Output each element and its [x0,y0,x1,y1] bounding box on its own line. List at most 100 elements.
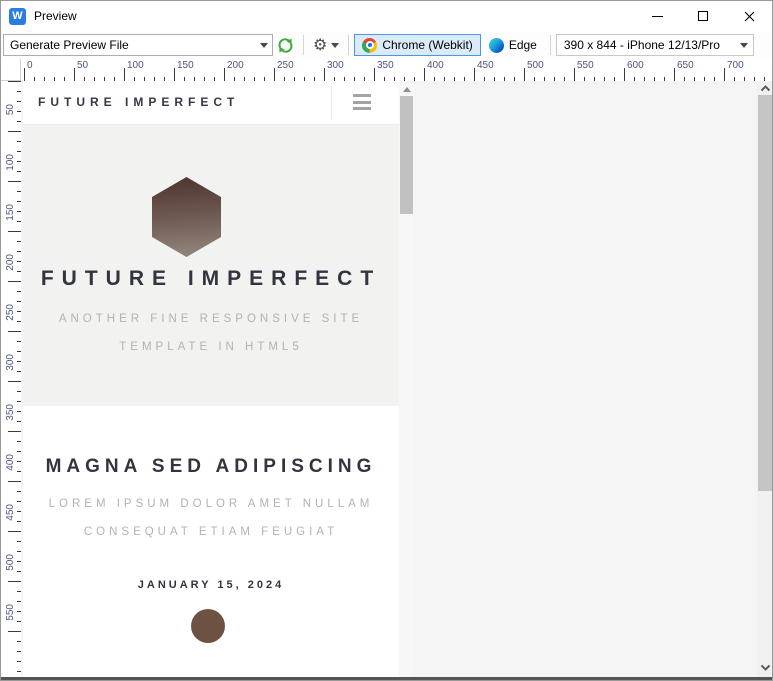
minimize-button[interactable] [634,1,680,31]
edge-label: Edge [509,38,537,52]
site-header: FUTURE IMPERFECT [23,81,399,125]
ruler-label: 50 [77,60,88,71]
mobile-scrollbar[interactable] [399,81,414,677]
ruler-tick [474,68,475,81]
chevron-down-icon[interactable] [255,35,272,55]
ruler-label: 600 [627,60,644,71]
ruler-tick [8,331,21,332]
ruler-label: 500 [527,60,544,71]
generate-preview-combobox[interactable]: Generate Preview File [3,34,273,56]
ruler-tick [8,531,21,532]
header-divider [331,86,332,120]
ruler-tick [674,68,675,81]
mobile-viewport: FUTURE IMPERFECT FUTURE IMPERFECT ANOTHE… [23,81,399,677]
ruler-label: 200 [227,60,244,71]
ruler-tick [8,81,21,82]
hero-section: FUTURE IMPERFECT ANOTHER FINE RESPONSIVE… [23,125,399,406]
window-scrollbar[interactable] [757,81,773,677]
ruler-tick [8,131,21,132]
post-date: JANUARY 15, 2024 [23,579,399,591]
post-subtitle-line1: LOREM IPSUM DOLOR AMET NULLAM [23,498,399,510]
window-title: Preview [34,9,77,23]
ruler-label: 150 [177,60,194,71]
scroll-up-arrow-icon[interactable] [403,87,411,92]
ruler-tick [8,281,21,282]
device-size-label: 390 x 844 - iPhone 12/13/Pro [564,38,720,52]
settings-button[interactable]: ⚙ [309,33,343,57]
horizontal-ruler: 0501001502002503003504004505005506006507… [21,59,773,81]
ruler-tick [8,431,21,432]
maximize-button[interactable] [680,1,726,31]
refresh-button[interactable] [273,33,298,57]
title-bar: W Preview [1,1,772,31]
generate-preview-label: Generate Preview File [10,38,129,52]
post-subtitle-line2: CONSEQUAT ETIAM FEUGIAT [23,526,399,538]
preview-canvas: FUTURE IMPERFECT FUTURE IMPERFECT ANOTHE… [21,81,773,677]
ruler-label: 100 [5,154,16,171]
app-icon: W [9,8,26,25]
ruler-tick [324,68,325,81]
ruler-tick [124,68,125,81]
hero-subtitle-line1: ANOTHER FINE RESPONSIVE SITE [23,313,399,325]
maximize-icon [698,11,708,21]
ruler-label: 350 [5,404,16,421]
ruler-label: 700 [727,60,744,71]
window-scrollbar-thumb[interactable] [758,95,773,491]
chrome-icon [362,38,377,53]
ruler-label: 400 [5,454,16,471]
ruler-tick [624,68,625,81]
toolbar-separator [348,35,349,55]
ruler-tick [174,68,175,81]
hamburger-menu-icon[interactable] [353,94,371,110]
scroll-up-chevron-icon[interactable] [760,83,771,94]
ruler-label: 300 [5,354,16,371]
ruler-tick [8,581,21,582]
ruler-label: 350 [377,60,394,71]
ruler-tick [524,68,525,81]
chrome-webkit-button[interactable]: Chrome (Webkit) [354,34,480,56]
ruler-tick [374,68,375,81]
scroll-down-chevron-icon[interactable] [760,662,771,673]
toolbar: Generate Preview File ⚙ Chrome (Webkit) … [1,31,772,59]
ruler-tick [224,68,225,81]
post-title[interactable]: MAGNA SED ADIPISCING [23,456,399,478]
chevron-down-icon[interactable] [736,35,753,55]
toolbar-separator [303,35,304,55]
ruler-tick [8,631,21,632]
ruler-label: 250 [277,60,294,71]
ruler-label: 0 [27,60,33,71]
vertical-ruler: 50100150200250300350400450500550 [1,81,21,677]
edge-button[interactable]: Edge [481,34,545,56]
ruler-label: 400 [427,60,444,71]
site-brand[interactable]: FUTURE IMPERFECT [38,95,239,109]
ruler-tick [74,68,75,81]
chrome-webkit-label: Chrome (Webkit) [382,38,472,52]
preview-window: W Preview Generate Preview File ⚙ [0,0,773,681]
avatar [191,609,225,643]
ruler-label: 50 [5,104,16,115]
gear-icon: ⚙ [313,37,327,53]
ruler-label: 200 [5,254,16,271]
refresh-icon [277,37,294,54]
device-size-combobox[interactable]: 390 x 844 - iPhone 12/13/Pro [556,34,754,56]
close-button[interactable] [726,1,772,31]
hero-title: FUTURE IMPERFECT [23,267,399,291]
ruler-label: 550 [5,604,16,621]
window-bottom-edge [1,677,772,681]
canvas-background [414,81,757,677]
minimize-icon [652,16,663,17]
ruler-tick [8,181,21,182]
ruler-label: 450 [5,504,16,521]
hexagon-logo [152,177,221,257]
edge-icon [489,38,504,53]
mobile-scrollbar-thumb[interactable] [400,96,413,214]
ruler-tick [8,381,21,382]
ruler-label: 650 [677,60,694,71]
ruler-tick [274,68,275,81]
ruler-tick [8,231,21,232]
close-icon [744,11,755,22]
ruler-label: 550 [577,60,594,71]
window-controls [634,1,772,31]
ruler-label: 450 [477,60,494,71]
ruler-tick [8,481,21,482]
